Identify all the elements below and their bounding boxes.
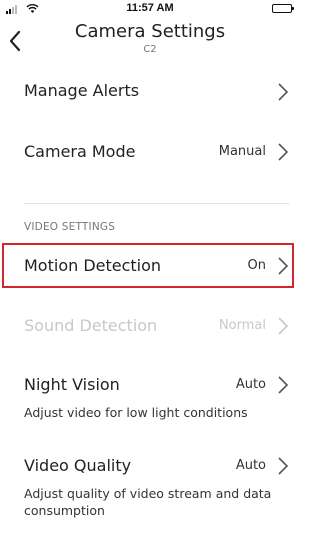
sound-detection-row: Sound Detection Normal: [0, 308, 300, 344]
status-bar: 11:57 AM: [0, 0, 300, 18]
divider: [24, 203, 290, 204]
night-vision-description: Adjust video for low light conditions: [24, 405, 248, 420]
camera-mode-label: Camera Mode: [24, 142, 136, 161]
battery-icon: [272, 4, 294, 13]
manage-alerts-row[interactable]: Manage Alerts: [0, 74, 300, 110]
night-vision-row[interactable]: Night Vision Auto Adjust video for low l…: [0, 368, 300, 424]
chevron-right-icon: [278, 143, 289, 161]
sound-detection-value: Normal: [218, 318, 266, 333]
manage-alerts-label: Manage Alerts: [24, 81, 140, 100]
chevron-right-icon: [278, 376, 289, 394]
highlight-box: [2, 243, 294, 288]
camera-mode-value: Manual: [218, 144, 266, 159]
night-vision-label: Night Vision: [24, 375, 120, 394]
video-quality-description: Adjust quality of video stream and data …: [24, 486, 272, 518]
video-quality-label: Video Quality: [24, 456, 132, 475]
page-subtitle: C2: [143, 44, 157, 55]
video-quality-row[interactable]: Video Quality Auto Adjust quality of vid…: [0, 449, 300, 524]
page-title: Camera Settings: [74, 21, 226, 42]
night-vision-value: Auto: [235, 377, 266, 392]
section-header-video-settings: VIDEO SETTINGS: [24, 221, 116, 233]
chevron-right-icon: [278, 457, 289, 475]
video-quality-value: Auto: [235, 458, 266, 473]
status-time: 11:57 AM: [126, 2, 174, 14]
chevron-right-icon: [278, 83, 289, 101]
camera-mode-row[interactable]: Camera Mode Manual: [0, 135, 300, 171]
sound-detection-label: Sound Detection: [24, 316, 158, 335]
chevron-right-icon: [278, 317, 289, 335]
